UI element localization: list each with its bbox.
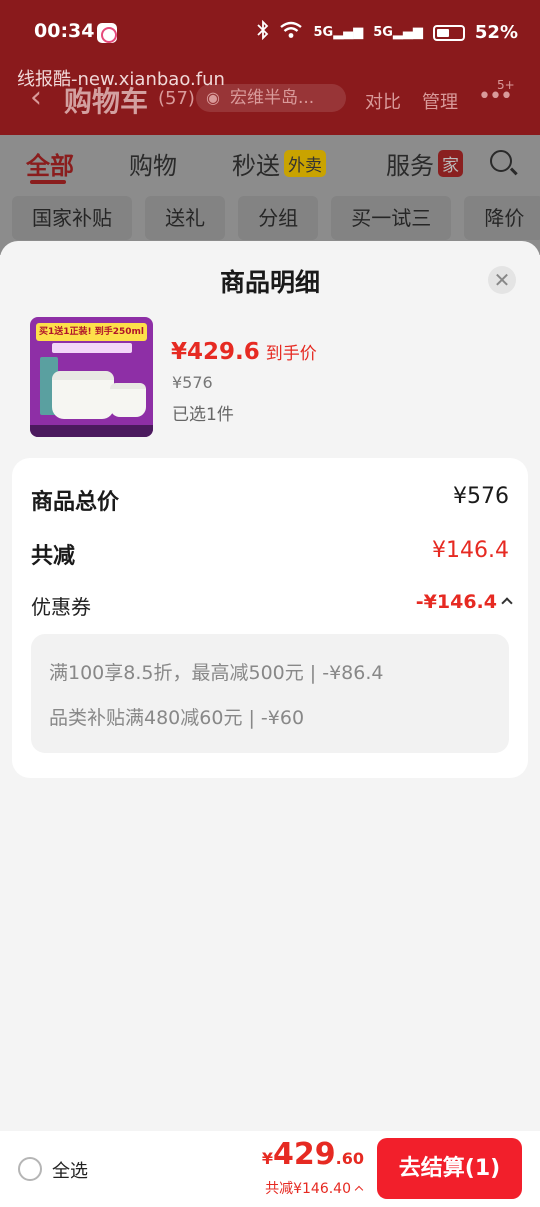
currency-symbol: ¥ <box>261 1149 274 1168</box>
compare-button[interactable]: 对比 <box>365 88 401 114</box>
location-text: 宏维半岛... <box>230 88 315 108</box>
tab-shopping[interactable]: 购物 <box>129 146 177 181</box>
cart-count: (57) <box>158 88 195 109</box>
tab-service[interactable]: 服务家 <box>386 146 463 181</box>
close-icon[interactable]: ✕ <box>488 266 516 294</box>
total-price: ¥429.60 <box>262 1137 364 1172</box>
coupon-label: 优惠券 <box>31 595 91 619</box>
signal-5g-icon: 5G▂▄▆ <box>373 25 423 40</box>
total-decimal: .60 <box>335 1149 364 1168</box>
total-price-value: ¥576 <box>453 484 509 509</box>
page-title: 购物车 <box>64 85 149 118</box>
tab-underline <box>30 180 66 184</box>
checkout-button[interactable]: 去结算(1) <box>377 1138 522 1199</box>
total-integer: 429 <box>273 1137 336 1172</box>
filter-chips: 国家补贴 送礼 分组 买一试三 降价 <box>12 196 540 240</box>
coupon-list: 满100享8.5折，最高减500元 | -¥86.4 品类补贴满480减60元 … <box>31 634 509 753</box>
home-badge: 家 <box>438 150 463 177</box>
sheet-title: 商品明细 <box>219 268 320 297</box>
product-price-label: 到手价 <box>265 344 317 364</box>
nav-bar: ‹ 购物车 (57) ◉ 宏维半岛... 对比 管理 ••• 5+ <box>0 76 540 122</box>
chevron-up-icon <box>501 597 513 609</box>
category-tabs: 全部 购物 秒送 外卖 服务家 <box>0 140 540 186</box>
battery-icon <box>432 24 465 41</box>
product-detail-sheet: 商品明细 ✕ 买1送1正装! 到手250ml量 ¥429.6到手价 ¥576 已… <box>0 241 540 1131</box>
total-price-label: 商品总价 <box>31 490 120 515</box>
bluetooth-icon <box>257 19 269 45</box>
location-selector[interactable]: ◉ 宏维半岛... <box>196 84 346 112</box>
search-icon[interactable] <box>490 150 512 172</box>
discount-toggle[interactable]: 共减¥146.40 <box>265 1178 364 1198</box>
product-price-value: ¥429.6 <box>171 339 260 365</box>
app-icon <box>97 23 117 43</box>
product-price: ¥429.6 到手价 <box>171 339 317 365</box>
product-selected-count: 已选1件 <box>172 405 234 425</box>
tab-delivery[interactable]: 秒送 外卖 <box>232 146 326 181</box>
wifi-icon <box>279 21 303 44</box>
manage-button[interactable]: 管理 <box>422 88 458 114</box>
tab-service-label: 服务 <box>386 152 434 180</box>
chip-price-drop[interactable]: 降价 <box>464 196 540 240</box>
total-reduce-value: ¥146.4 <box>432 538 509 563</box>
coupon-item: 满100享8.5折，最高减500元 | -¥86.4 <box>49 662 384 684</box>
back-icon[interactable]: ‹ <box>30 80 42 115</box>
chip-group[interactable]: 分组 <box>238 196 319 240</box>
tab-delivery-label: 秒送 <box>232 152 280 180</box>
status-bar: 00:34 5G▂▄▆ 5G▂▄▆ 52% <box>0 0 540 64</box>
product-image-banner: 买1送1正装! 到手250ml量 <box>36 323 147 355</box>
select-all-radio[interactable] <box>18 1157 42 1181</box>
checkout-bar: 全选 ¥429.60 共减¥146.40 去结算(1) <box>0 1131 540 1207</box>
select-all-label[interactable]: 全选 <box>52 1157 88 1183</box>
price-summary-card: 商品总价 ¥576 共减 ¥146.4 优惠券 -¥146.4 满100享8.5… <box>12 458 528 778</box>
takeout-badge: 外卖 <box>284 150 326 177</box>
tab-all[interactable]: 全部 <box>26 146 74 181</box>
chip-national-subsidy[interactable]: 国家补贴 <box>12 196 132 240</box>
product-original-price: ¥576 <box>172 373 213 392</box>
chevron-up-icon <box>354 1185 364 1195</box>
status-icons: 5G▂▄▆ 5G▂▄▆ 52% <box>257 19 518 45</box>
signal-5g-icon: 5G▂▄▆ <box>313 25 364 40</box>
discount-text: 共减¥146.40 <box>265 1181 351 1197</box>
coupon-toggle[interactable]: -¥146.4 <box>415 591 513 613</box>
coupon-item: 品类补贴满480减60元 | -¥60 <box>49 707 305 729</box>
more-badge: 5+ <box>497 78 515 92</box>
product-image[interactable]: 买1送1正装! 到手250ml量 <box>30 317 153 437</box>
eye-icon: ◉ <box>206 88 220 107</box>
battery-percent: 52% <box>474 22 518 43</box>
coupon-value: -¥146.4 <box>415 591 497 613</box>
total-reduce-label: 共减 <box>31 544 76 569</box>
status-time: 00:34 <box>34 20 95 42</box>
chip-gift[interactable]: 送礼 <box>145 196 226 240</box>
chip-trial[interactable]: 买一试三 <box>331 196 452 240</box>
